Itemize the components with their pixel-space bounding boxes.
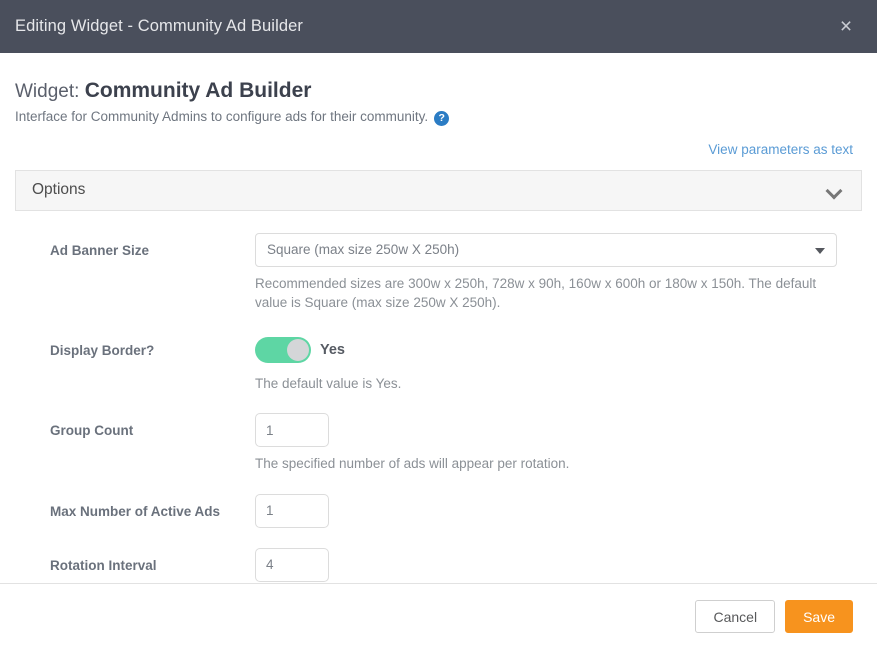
form-row-ad-banner-size: Ad Banner Size Square (max size 250w X 2… — [0, 233, 877, 313]
chevron-down-icon[interactable] — [827, 185, 843, 195]
label-ad-banner-size: Ad Banner Size — [50, 233, 255, 260]
rotation-interval-input[interactable] — [255, 548, 329, 582]
options-accordion: Options — [15, 170, 862, 211]
ad-banner-size-select-wrapper: Square (max size 250w X 250h) — [255, 233, 837, 267]
display-border-toggle-row: Yes — [255, 333, 850, 367]
help-text-ad-banner-size: Recommended sizes are 300w x 250h, 728w … — [255, 274, 837, 313]
label-display-border: Display Border? — [50, 333, 255, 360]
help-icon[interactable]: ? — [434, 111, 449, 126]
label-rotation-interval: Rotation Interval — [50, 548, 255, 575]
modal-body: Widget: Community Ad Builder Interface f… — [0, 53, 877, 583]
display-border-toggle[interactable] — [255, 337, 311, 363]
ad-banner-size-select[interactable]: Square (max size 250w X 250h) — [255, 233, 837, 267]
edit-widget-modal: Editing Widget - Community Ad Builder × … — [0, 0, 877, 649]
form-row-rotation-interval: Rotation Interval — [0, 548, 877, 582]
save-button[interactable]: Save — [785, 600, 853, 633]
display-border-toggle-label: Yes — [320, 342, 345, 358]
widget-prefix-label: Widget: — [15, 81, 79, 102]
view-parameters-row: View parameters as text — [0, 127, 877, 159]
modal-title: Editing Widget - Community Ad Builder — [15, 17, 303, 36]
label-max-active-ads: Max Number of Active Ads — [50, 494, 255, 521]
cancel-button[interactable]: Cancel — [695, 600, 775, 633]
help-text-group-count: The specified number of ads will appear … — [255, 454, 837, 474]
form-row-max-active-ads: Max Number of Active Ads — [0, 494, 877, 528]
page-title: Widget: Community Ad Builder — [15, 77, 862, 105]
help-text-display-border: The default value is Yes. — [255, 374, 837, 394]
field-rotation-interval — [255, 548, 877, 582]
label-group-count: Group Count — [50, 413, 255, 440]
close-icon[interactable]: × — [831, 12, 861, 42]
field-display-border: Yes The default value is Yes. — [255, 333, 877, 394]
modal-titlebar: Editing Widget - Community Ad Builder × — [0, 0, 877, 53]
form-row-group-count: Group Count The specified number of ads … — [0, 413, 877, 474]
view-parameters-as-text-link[interactable]: View parameters as text — [708, 142, 853, 157]
options-accordion-title: Options — [32, 181, 85, 199]
group-count-input[interactable] — [255, 413, 329, 447]
toggle-knob — [287, 339, 309, 361]
form-row-display-border: Display Border? Yes The default value is… — [0, 333, 877, 394]
options-form: Ad Banner Size Square (max size 250w X 2… — [0, 211, 877, 582]
field-group-count: The specified number of ads will appear … — [255, 413, 877, 474]
widget-header: Widget: Community Ad Builder Interface f… — [0, 53, 877, 127]
widget-name: Community Ad Builder — [85, 79, 312, 102]
widget-description: Interface for Community Admins to config… — [15, 108, 862, 127]
field-max-active-ads — [255, 494, 877, 528]
field-ad-banner-size: Square (max size 250w X 250h) Recommende… — [255, 233, 877, 313]
widget-description-text: Interface for Community Admins to config… — [15, 108, 428, 127]
max-active-ads-input[interactable] — [255, 494, 329, 528]
modal-footer: Cancel Save — [0, 583, 877, 649]
options-accordion-header[interactable]: Options — [16, 171, 861, 211]
